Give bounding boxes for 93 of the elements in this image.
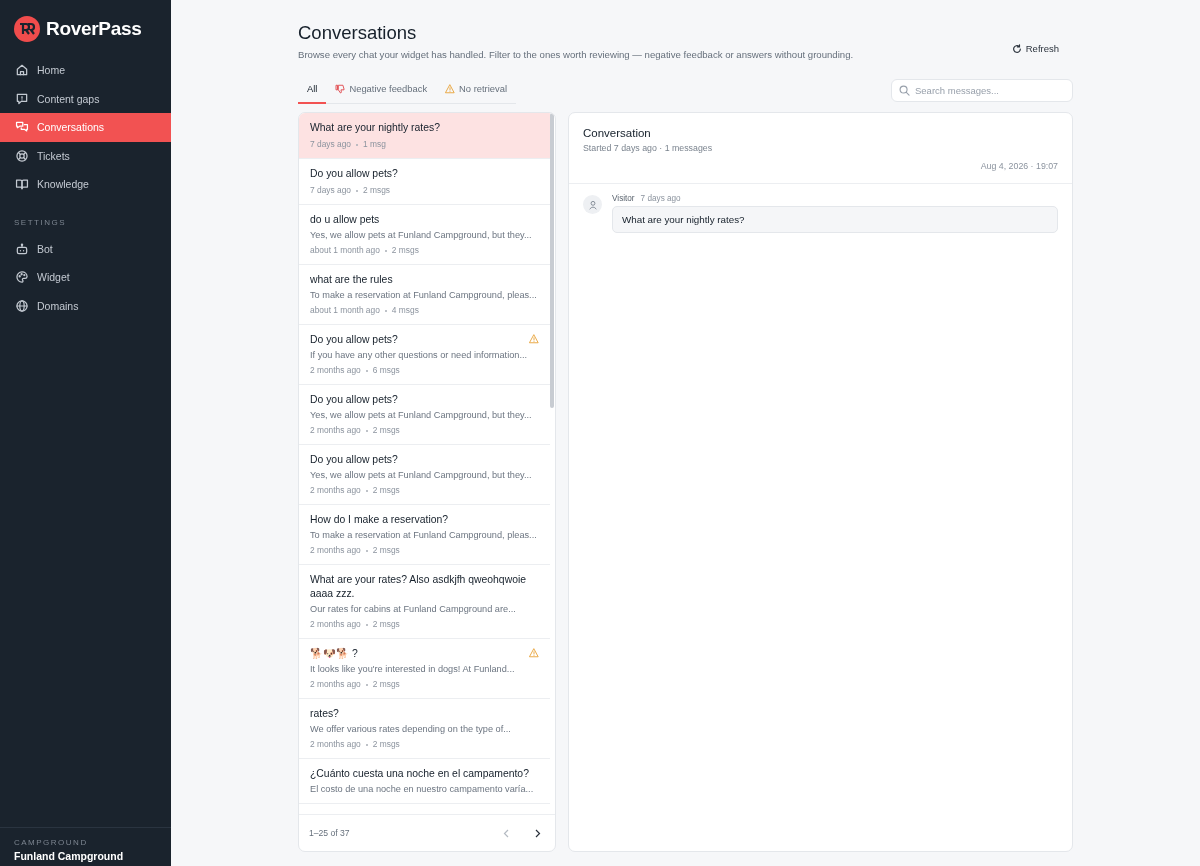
conversation-summary: Started 7 days ago · 1 messages — [583, 143, 714, 153]
search-icon — [899, 85, 910, 96]
nav-item[interactable]: Content gaps — [0, 84, 171, 113]
conversation-time: 2 months ago — [310, 545, 361, 556]
conversation-item[interactable]: What are your nightly rates? 7 days ago 1 msg — [299, 113, 550, 159]
conversation-time: 2 months ago — [310, 679, 361, 690]
nav-item[interactable]: Bot — [0, 234, 171, 263]
conversation-title: 🐕🐶🐕 ? — [310, 647, 358, 661]
globe-icon — [15, 298, 29, 313]
filter-tab[interactable]: All — [298, 77, 327, 104]
chat-bubbles-icon — [15, 120, 29, 135]
conversation-item[interactable]: How do I make a reservation? To make a reservation at Funland Campground, pleas... 2 months ago 2 msgs — [299, 505, 550, 565]
filter-tab[interactable]: Negative feedback — [326, 77, 437, 104]
conversation-title: How do I make a reservation? — [310, 513, 449, 527]
message-preview: To make a reservation at Funland Campground, pleas... — [310, 529, 538, 541]
message-count: 2 msgs — [372, 679, 400, 690]
nav-item[interactable]: Widget — [0, 263, 171, 292]
section-heading: SETTINGS — [13, 216, 67, 229]
conversation-title: ¿Cuánto cuesta una noche en el campamento? — [310, 767, 529, 781]
conversation-item[interactable]: Do you allow pets? Yes, we allow pets at Funland Campground, but they... 2 months ago 2 msgs — [299, 445, 550, 505]
campground-name: Funland Campground — [14, 850, 125, 862]
message-count: 6 msgs — [372, 365, 400, 376]
conversation-time: 2 months ago — [310, 619, 361, 630]
conversation-item[interactable]: Do you allow pets? Yes, we allow pets at Funland Campground, but they... 2 months ago 2 msgs — [299, 385, 550, 445]
message-preview: Yes, we allow pets at Funland Campground, but they... — [310, 229, 533, 241]
conversation-title: What are your rates? Also asdkjfh qweohqwoie aaaa zzz. — [310, 573, 527, 601]
book-icon — [15, 177, 29, 192]
conversation-time: about 1 month ago — [310, 305, 380, 316]
message-alert-icon — [15, 91, 29, 106]
conversation-item[interactable]: What are your rates? Also asdkjfh qweohqwoie aaaa zzz. Our rates for cabins at Funland Campground are... 2 months ago 2 msgs — [299, 565, 550, 639]
message-preview: If you have any other questions or need information... — [310, 349, 529, 361]
message-count: 2 msgs — [363, 185, 390, 196]
chevron-left-icon — [503, 828, 509, 838]
message-time: 7 days ago — [640, 194, 681, 203]
message-preview: We offer various rates depending on the type of... — [310, 723, 512, 735]
refresh-icon — [1011, 43, 1022, 54]
message-count: 4 msgs — [391, 305, 419, 316]
message-preview: To make a reservation at Funland Campground, pleas... — [310, 289, 538, 301]
conversation-title: Do you allow pets? — [310, 167, 398, 181]
search-field[interactable]: Search messages... — [891, 79, 1073, 102]
logo-icon — [14, 16, 40, 42]
conversation-time: about 1 month ago — [310, 245, 380, 256]
brand-name: RoverPass — [46, 18, 142, 40]
message-preview: El costo de una noche en nuestro campamento varía... — [310, 783, 535, 795]
message-preview: Yes, we allow pets at Funland Campground, but they... — [310, 409, 533, 421]
conversation-title: Do you allow pets? — [310, 333, 398, 347]
conversation-item[interactable]: rates? We offer various rates depending on the type of... 2 months ago 2 msgs — [299, 699, 550, 759]
message-count: 2 msgs — [372, 425, 400, 436]
nav-item[interactable]: Knowledge — [0, 170, 171, 199]
user-avatar-icon — [583, 195, 602, 214]
conversation-item[interactable]: ¿Cuánto cuesta una noche en el campamento? El costo de una noche en nuestro campamento varía... — [299, 759, 550, 804]
conversation-title: do u allow pets — [310, 213, 380, 227]
lifebuoy-icon — [15, 148, 29, 163]
pagination-range: 1–25 of 37 — [309, 828, 350, 838]
robot-icon — [15, 241, 29, 256]
page-title: Conversations — [298, 22, 418, 44]
conversation-title: rates? — [310, 707, 339, 721]
message-preview: Yes, we allow pets at Funland Campground, but they... — [310, 469, 533, 481]
warning-icon — [445, 83, 456, 94]
home-icon — [15, 63, 29, 78]
message-bubble: What are your nightly rates? — [612, 206, 1058, 233]
conversation-title: Do you allow pets? — [310, 393, 398, 407]
message-preview: It looks like you're interested in dogs! At Funland... — [310, 663, 516, 675]
conversation-time: 2 months ago — [310, 739, 361, 750]
conversation-timestamp: Aug 4, 2026 · 19:07 — [980, 161, 1058, 171]
section-heading: CAMPGROUND — [14, 838, 89, 847]
message-preview: Our rates for cabins at Funland Campground are... — [310, 603, 517, 615]
conversation-time: 7 days ago — [310, 185, 351, 196]
nav-item[interactable]: Domains — [0, 291, 171, 320]
thumbs-down-icon — [335, 83, 346, 94]
conversation-time: 2 months ago — [310, 425, 361, 436]
conversation-time: 2 months ago — [310, 365, 361, 376]
conversation-item[interactable]: 🐕🐶🐕 ? It looks like you're interested in dogs! At Funland... 2 months ago 2 msgs — [299, 639, 550, 699]
page-subtitle: Browse every chat your widget has handled. Filter to the ones worth reviewing — negative feedback or answers without grounding. — [298, 49, 854, 60]
conversation-time: 2 months ago — [310, 485, 361, 496]
conversation-heading: Conversation — [583, 127, 652, 139]
message-count: 2 msgs — [372, 485, 400, 496]
nav-item[interactable]: Tickets — [0, 141, 171, 170]
refresh-button[interactable]: Refresh — [997, 43, 1073, 54]
message-count: 2 msgs — [391, 245, 419, 256]
nav-item[interactable]: Home — [0, 56, 171, 85]
conversation-title: what are the rules — [310, 273, 393, 287]
message-count: 2 msgs — [372, 545, 400, 556]
palette-icon — [15, 270, 29, 285]
chevron-right-icon — [535, 828, 541, 838]
message-count: 2 msgs — [372, 619, 400, 630]
message-count: 1 msg — [363, 139, 386, 150]
sender-name: Visitor — [612, 194, 635, 203]
message-count: 2 msgs — [372, 739, 400, 750]
conversation-time: 7 days ago — [310, 139, 351, 150]
filter-tab[interactable]: No retrieval — [436, 77, 516, 104]
conversation-title: What are your nightly rates? — [310, 121, 440, 135]
conversation-title: Do you allow pets? — [310, 453, 398, 467]
